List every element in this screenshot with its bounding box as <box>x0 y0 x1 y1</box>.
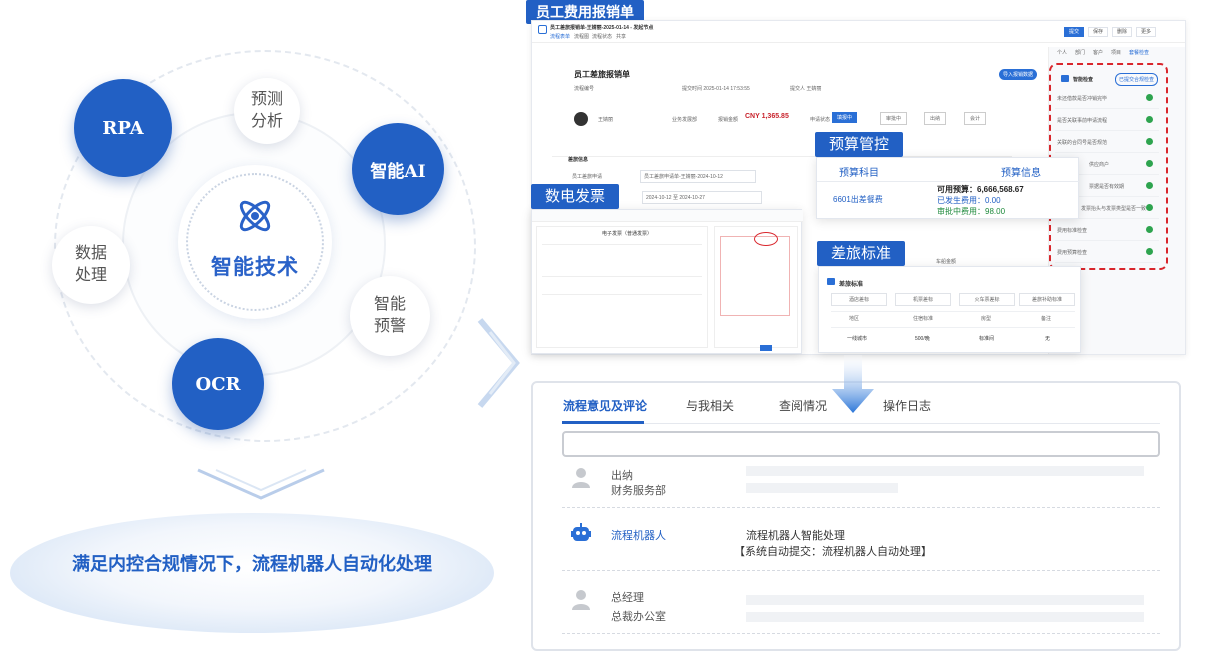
budget-card: 预算科目 预算信息 6601出差餐费 可用预算：6,666,568.67 已发生… <box>816 157 1080 219</box>
travel-request-field[interactable]: 员工差旅申请单-王婧丽-2024-10-12 <box>640 170 756 183</box>
user-icon <box>572 590 590 610</box>
travel-request-label: 员工差旅申请 <box>572 174 603 180</box>
tab-read-status[interactable]: 查阅情况 <box>779 397 827 414</box>
standard-col-room: 房型 <box>981 316 992 322</box>
form-header: 员工差旅报销单-王婧丽-2025-01-14 - 发起节点 流程表单 流程图 流… <box>532 21 1185 43</box>
travel-section-title: 差旅信息 <box>568 157 589 163</box>
step-approving: 审批中 <box>880 112 908 125</box>
budget-subject: 6601出差餐费 <box>833 195 883 204</box>
app-icon <box>538 25 547 34</box>
person-name: 王婧丽 <box>598 117 614 123</box>
invoice-confirm-button[interactable] <box>760 345 772 351</box>
warning-bubble: 智能 预警 <box>350 276 430 356</box>
standard-col-region: 地区 <box>849 316 860 322</box>
tab-opinions[interactable]: 流程意见及评论 <box>563 397 647 414</box>
robot-name: 流程机器人 <box>611 530 666 542</box>
bottom-caption: 满足内控合规情况下，流程机器人自动化处理 <box>72 554 432 575</box>
arrow-down-icon <box>832 355 874 413</box>
center-title: 智能技术 <box>211 256 299 279</box>
ai-bubble: 智能AI <box>352 123 444 215</box>
amount-value: CNY 1,365.85 <box>745 113 789 120</box>
standard-hotel-limit: 500/晚 <box>915 336 930 342</box>
doc-title: 员工差旅报销单-王婧丽-2025-01-14 - 发起节点 <box>550 25 654 31</box>
commenter-name: 出纳 <box>611 470 633 482</box>
rp-tab-customer[interactable]: 客户 <box>1093 49 1103 56</box>
column-header: 车船金额 <box>936 259 957 265</box>
step-filling: 填报中 <box>832 112 858 123</box>
data-processing-bubble: 数据 处理 <box>52 226 130 304</box>
standard-col-note: 备注 <box>1041 316 1052 322</box>
tab-flowchart[interactable]: 流程图 <box>574 33 589 40</box>
invoice-title: 电子发票（普通发票） <box>602 231 653 237</box>
save-button[interactable]: 保存 <box>1088 27 1108 37</box>
amount-label: 报销金额 <box>718 117 739 123</box>
chevron-down-icon <box>197 468 325 500</box>
step-accountant: 会计 <box>964 112 987 125</box>
step-cashier: 出纳 <box>924 112 947 125</box>
rpa-bubble: RPA <box>74 79 172 177</box>
standard-col-hotel: 住宿标准 <box>913 316 934 322</box>
standard-room-type: 标准间 <box>979 336 995 342</box>
rp-tab-dept[interactable]: 部门 <box>1075 49 1085 56</box>
ocr-bubble: OCR <box>172 338 264 430</box>
budget-tag: 预算管控 <box>815 132 904 157</box>
flow-number-label: 流程编号 <box>574 86 595 92</box>
submit-time: 提交时间 2025-01-14 17:53:55 <box>682 86 750 92</box>
atom-icon <box>239 200 271 232</box>
chevron-right-icon <box>477 318 520 408</box>
budget-occurred: 已发生费用：0.00 <box>937 196 1001 205</box>
standard-region: 一线城市 <box>847 336 868 342</box>
department: 业务发展部 <box>672 117 698 123</box>
travel-standard-card: 差旅标准 酒店差标 机票差标 火车票差标 差旅补助标准 地区 住宿标准 房型 备… <box>818 266 1081 353</box>
commenter-dept: 财务服务部 <box>611 485 666 497</box>
budget-available: 可用预算：6,666,568.67 <box>937 185 1024 194</box>
more-button[interactable]: 更多 <box>1136 27 1156 37</box>
submit-button[interactable]: 提交 <box>1064 27 1084 37</box>
tab-status[interactable]: 流程状态 <box>592 33 612 40</box>
tab-form[interactable]: 流程表单 <box>550 33 570 40</box>
tech-diagram: 智能技术 RPA 智能AI OCR 预测 分析 数据 处理 智能 预警 满足内控… <box>0 0 520 663</box>
tab-allowance-standard[interactable]: 差旅补助标准 <box>1019 293 1075 306</box>
robot-comment-line2: 【系统自动提交：流程机器人自动处理】 <box>734 546 932 558</box>
rp-tab-check[interactable]: 套餐检查 <box>1129 49 1149 56</box>
delete-button[interactable]: 删除 <box>1112 27 1132 37</box>
travel-date-field[interactable]: 2024-10-12 至 2024-10-27 <box>642 191 762 204</box>
user-icon <box>572 468 590 488</box>
submitter: 提交人 王婧丽 <box>790 86 822 92</box>
budget-col-subject: 预算科目 <box>839 168 879 179</box>
invoice-stamp <box>754 232 778 246</box>
center-circle: 智能技术 <box>178 165 332 319</box>
form-title: 员工差旅报销单 <box>574 70 630 79</box>
invoice-tag: 数电发票 <box>531 184 620 209</box>
standard-title: 差旅标准 <box>839 282 864 288</box>
standard-note: 无 <box>1045 336 1051 342</box>
robot-icon <box>571 523 591 541</box>
budget-col-info: 预算信息 <box>1001 168 1041 179</box>
tab-flight-standard[interactable]: 机票差标 <box>895 293 951 306</box>
import-data-button[interactable]: 导入报销数据 <box>999 69 1038 80</box>
rp-tab-personal[interactable]: 个人 <box>1057 49 1067 56</box>
rp-tab-project[interactable]: 项目 <box>1111 49 1121 56</box>
avatar <box>574 112 588 126</box>
tab-train-standard[interactable]: 火车票差标 <box>959 293 1015 306</box>
standard-icon <box>827 278 835 285</box>
form-summary: 员工差旅报销单 流程编号 提交时间 2025-01-14 17:53:55 提交… <box>552 57 1012 157</box>
budget-approving: 审批中费用：98.00 <box>937 207 1006 216</box>
invoice-card: 电子发票（普通发票） <box>531 209 803 354</box>
commenter-dept: 总裁办公室 <box>611 611 666 623</box>
commenter-name: 总经理 <box>611 592 644 604</box>
standard-tag: 差旅标准 <box>817 241 906 266</box>
forecast-bubble: 预测 分析 <box>234 78 300 144</box>
robot-comment-line1: 流程机器人智能处理 <box>746 530 845 542</box>
status-label: 申请状态 <box>810 117 831 123</box>
tab-operation-log[interactable]: 操作日志 <box>883 397 931 414</box>
flow-comments-panel: 流程意见及评论 与我相关 查阅情况 操作日志 出纳 财务服务部 流程机器人 流程… <box>531 381 1181 651</box>
tab-hotel-standard[interactable]: 酒店差标 <box>831 293 887 306</box>
comment-input[interactable] <box>562 431 1160 457</box>
tab-share[interactable]: 共享 <box>616 33 626 40</box>
tab-related[interactable]: 与我相关 <box>686 397 734 414</box>
